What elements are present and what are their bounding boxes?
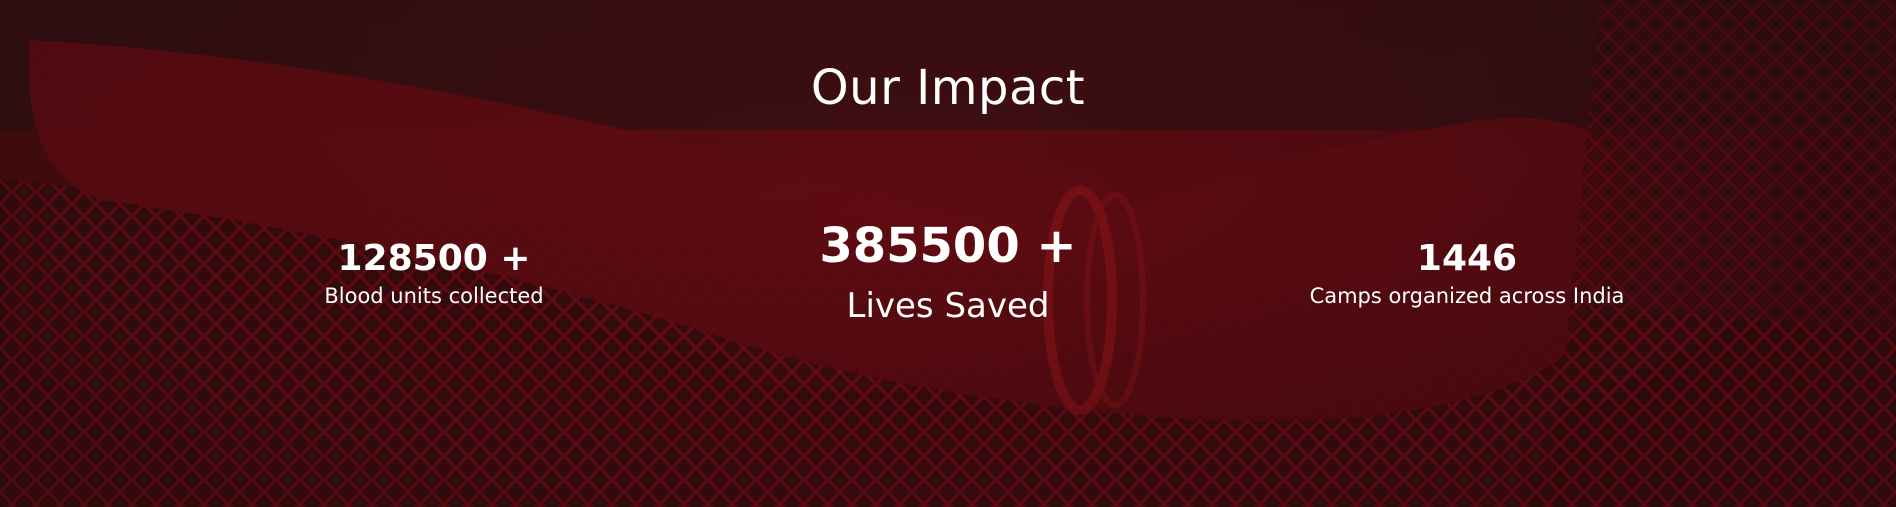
stat-label: Lives Saved (846, 286, 1050, 326)
stat-camps-organized: 1446 Camps organized across India (1267, 236, 1667, 310)
section-title: Our Impact (810, 60, 1086, 116)
impact-section: Our Impact 128500 + Blood units collecte… (0, 0, 1896, 507)
stat-lives-saved: 385500 + Lives Saved (748, 216, 1148, 330)
stat-label: Blood units collected (324, 284, 544, 308)
stat-value: 128500 + (337, 238, 531, 279)
stat-blood-units: 128500 + Blood units collected (234, 236, 634, 310)
stat-value: 1446 (1416, 238, 1518, 279)
stat-label: Camps organized across India (1309, 284, 1625, 308)
stat-value: 385500 + (819, 218, 1077, 274)
